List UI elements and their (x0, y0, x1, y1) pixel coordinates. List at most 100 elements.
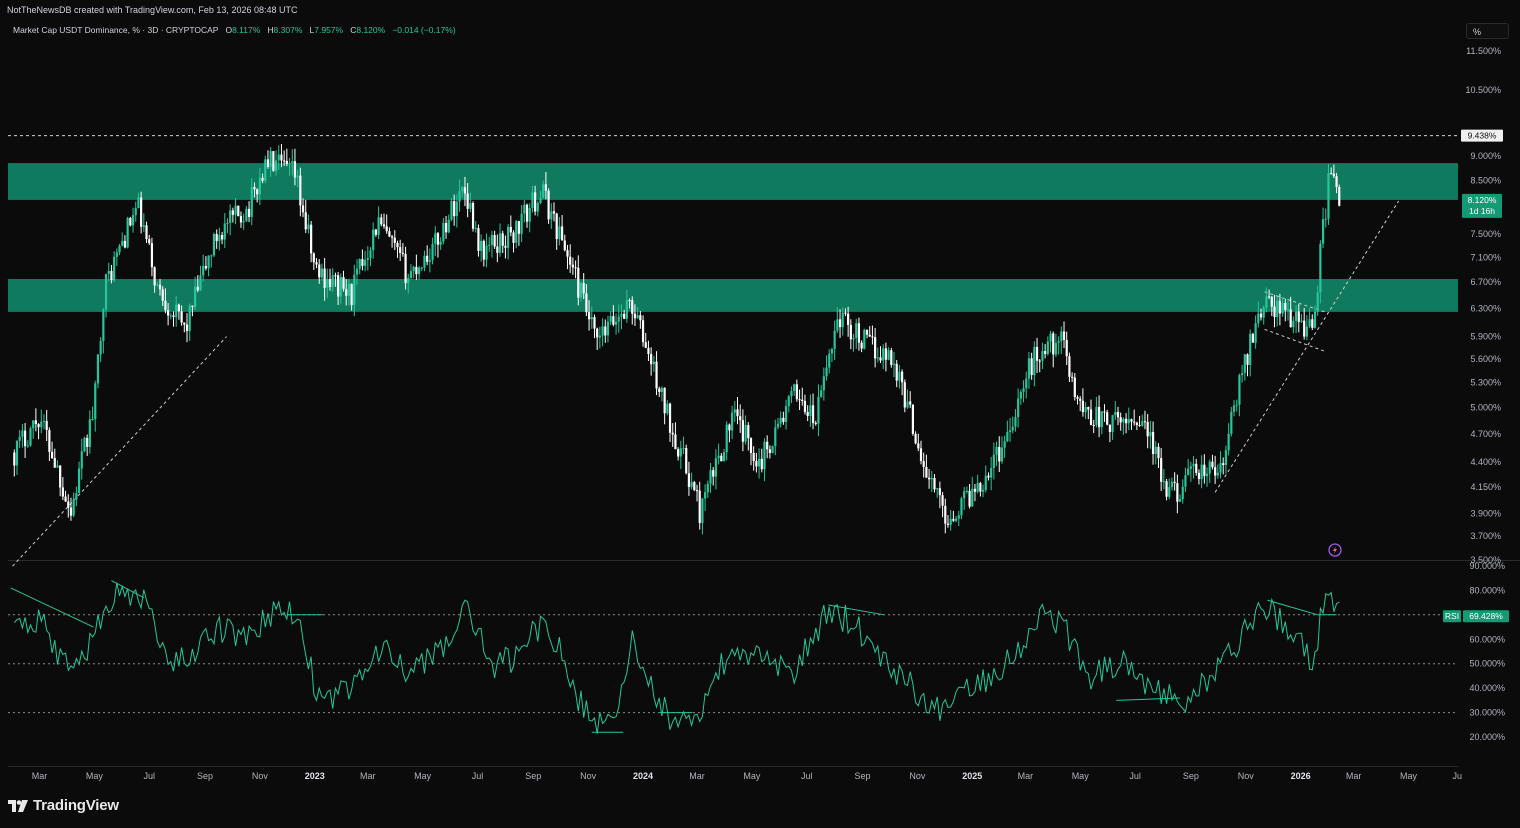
candle-body (531, 192, 534, 208)
candle-body (752, 452, 755, 462)
candle-body (1111, 415, 1114, 432)
x-month-label: May (1072, 771, 1090, 781)
candle-body (890, 350, 893, 365)
candle-body (944, 505, 947, 524)
candle-body (1151, 431, 1155, 455)
candle-body (979, 483, 982, 492)
candle-body (417, 267, 421, 275)
candle-body (1054, 342, 1058, 355)
candle-body (704, 492, 707, 499)
candle-body (288, 163, 291, 165)
candle-body (587, 312, 591, 320)
candle-body (53, 458, 56, 468)
candle-body (1311, 319, 1314, 328)
candle-body (795, 384, 798, 400)
candle-body (193, 286, 197, 308)
candle-body (72, 499, 75, 516)
candle-body (1103, 411, 1106, 413)
low-value: 7.957% (314, 25, 344, 35)
candle-body (1292, 320, 1295, 328)
candle-body (633, 313, 637, 319)
candle-body (18, 436, 21, 441)
candle-body (447, 219, 450, 233)
candle-body (644, 342, 647, 348)
candle-body (461, 187, 464, 192)
candle-body (153, 267, 156, 286)
candle-body (879, 357, 882, 361)
tradingview-brand[interactable]: TradingView (8, 797, 119, 814)
candle-body (825, 367, 828, 377)
candle-body (1127, 419, 1130, 424)
candle-body (1300, 320, 1303, 322)
candle-body (803, 400, 807, 412)
candle-body (1095, 406, 1098, 426)
candle-body (1165, 481, 1168, 497)
candle-body (841, 312, 844, 328)
candle-body (1022, 388, 1025, 392)
candle-body (1065, 339, 1068, 357)
candle-body (852, 337, 855, 340)
candle-body (480, 240, 483, 251)
candle-body (534, 192, 537, 212)
candle-body (569, 256, 572, 265)
candle-body (1254, 323, 1257, 343)
candle-body (1019, 391, 1022, 399)
candle-body (1308, 319, 1311, 327)
candle-body (736, 409, 739, 417)
candle-body (366, 258, 369, 260)
y-tick-label: 5.900% (1470, 332, 1501, 342)
candle-body (337, 275, 340, 297)
scale-toggle-button[interactable]: % (1466, 23, 1509, 39)
candle-body (1187, 468, 1190, 476)
candle-body (158, 284, 162, 290)
candle-body (301, 205, 305, 213)
candle-body (822, 376, 825, 391)
candle-body (312, 253, 315, 263)
candle-body (96, 354, 100, 384)
candle-body (428, 260, 431, 262)
candle-body (1041, 351, 1044, 361)
candle-body (91, 419, 94, 421)
rsi-y-tick-label: 30.000% (1469, 708, 1505, 718)
candle-body (1227, 433, 1230, 451)
candle-body (995, 446, 998, 455)
symbol-legend[interactable]: Market Cap USDT Dominance, % · 3D · CRYP… (13, 25, 456, 35)
candle-body (374, 229, 377, 235)
y-tick-label: 3.700% (1470, 531, 1501, 541)
candle-body (766, 441, 769, 450)
candle-body (612, 316, 615, 325)
candle-body (960, 498, 963, 516)
candle-body (1294, 311, 1298, 321)
candle-body (40, 421, 43, 428)
candle-body (779, 417, 782, 424)
rsi-y-tick-label: 80.000% (1469, 585, 1505, 595)
candle-body (50, 451, 54, 459)
candle-body (1319, 243, 1322, 293)
candle-body (811, 405, 815, 423)
candle-body (372, 229, 375, 251)
candle-body (94, 383, 97, 420)
candle-body (892, 363, 896, 365)
y-tick-label: 4.150% (1470, 482, 1501, 492)
candle-body (175, 304, 178, 318)
candle-body (725, 424, 728, 453)
candle-body (245, 208, 248, 222)
y-tick-label: 10.500% (1465, 85, 1501, 95)
candle-body (1303, 320, 1306, 337)
candle-body (126, 217, 129, 248)
candle-body (180, 311, 183, 323)
candle-body (1119, 417, 1122, 423)
candle-body (1197, 472, 1201, 479)
candle-body (83, 437, 86, 452)
candle-body (1173, 481, 1176, 484)
candle-body (34, 420, 37, 425)
candle-body (1014, 417, 1017, 427)
candle-body (137, 197, 140, 209)
x-month-label: Sep (525, 771, 541, 781)
candle-body (434, 233, 437, 244)
candle-body (714, 458, 718, 477)
chart-canvas[interactable]: 11.500% 10.500% 9.000% 8.500% 7.500% 7.100% 6.… (0, 0, 1520, 785)
candle-body (253, 187, 256, 190)
candle-body (59, 465, 62, 488)
candle-body (1222, 463, 1225, 466)
